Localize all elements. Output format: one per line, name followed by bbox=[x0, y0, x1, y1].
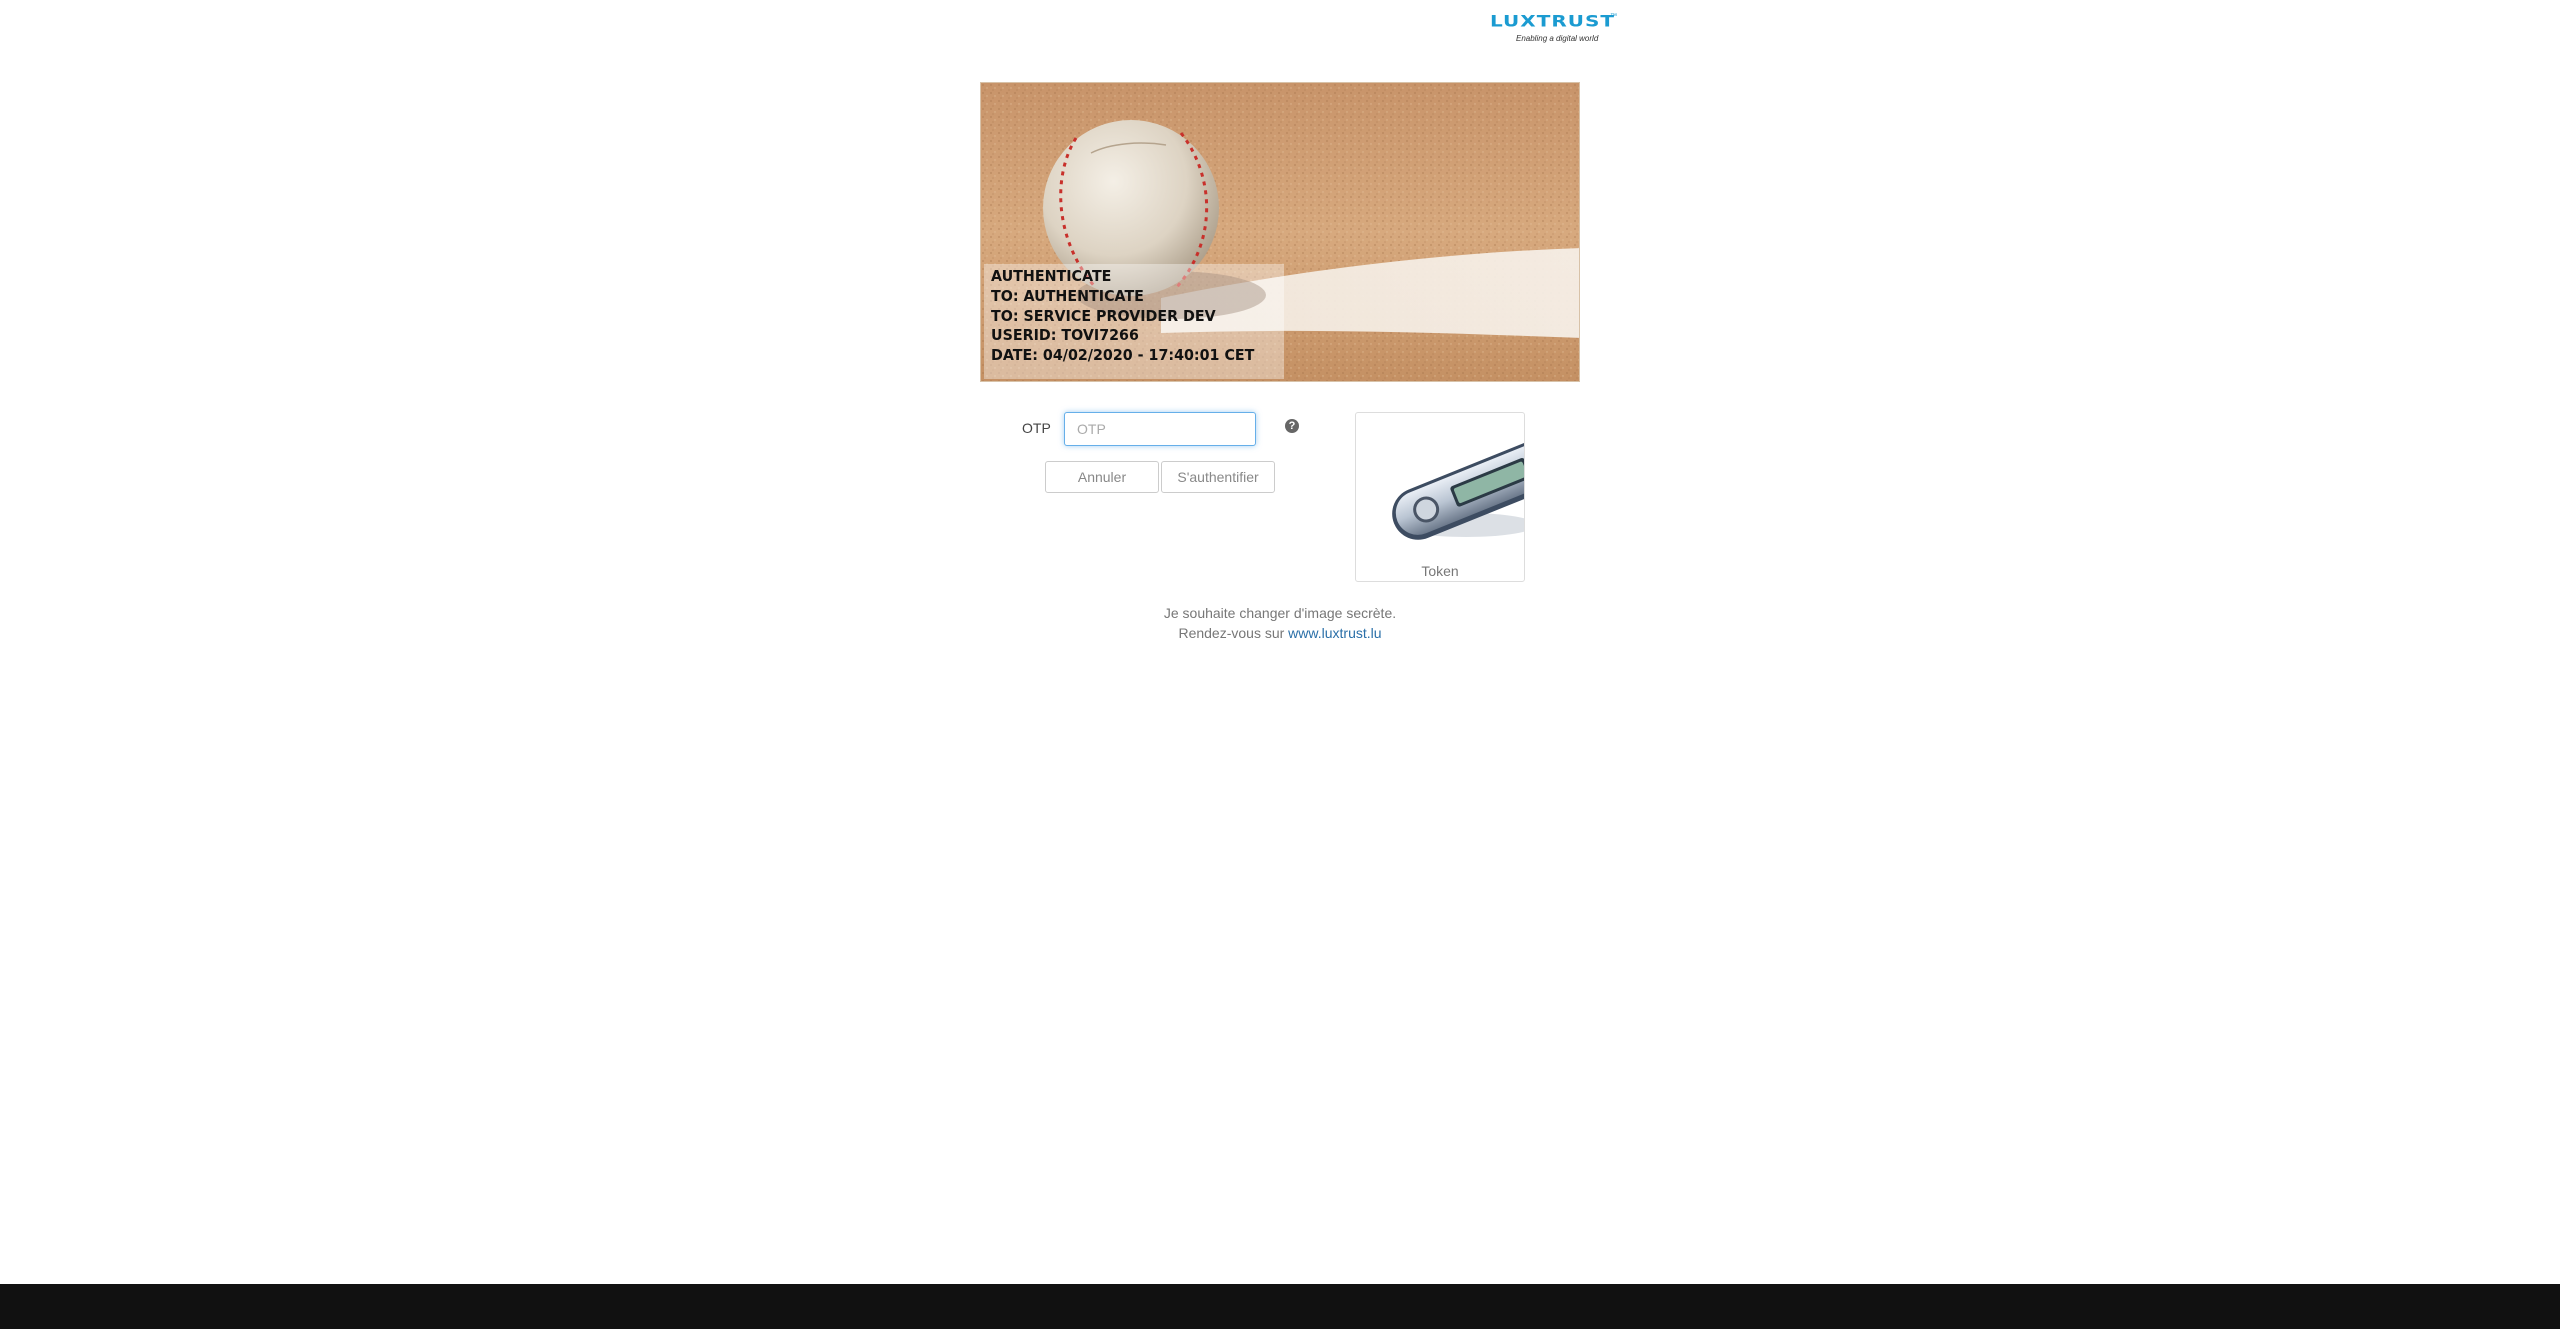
cancel-button[interactable]: Annuler bbox=[1045, 461, 1159, 493]
visit-site-prefix: Rendez-vous sur bbox=[1178, 625, 1285, 641]
luxtrust-website-link[interactable]: www.luxtrust.lu bbox=[1288, 625, 1381, 641]
otp-label: OTP bbox=[1022, 420, 1051, 436]
secret-image: AUTHENTICATE TO: AUTHENTICATE TO: SERVIC… bbox=[980, 82, 1580, 382]
authenticate-button[interactable]: S'authentifier bbox=[1161, 461, 1275, 493]
footer-note: Je souhaite changer d'image secrète. Ren… bbox=[980, 603, 1580, 643]
image-text: AUTHENTICATE TO: AUTHENTICATE TO: SERVIC… bbox=[991, 267, 1254, 366]
visit-site-line: Rendez-vous sur www.luxtrust.lu bbox=[980, 623, 1580, 643]
help-icon[interactable]: ? bbox=[1285, 419, 1299, 433]
image-text-line: AUTHENTICATE bbox=[991, 267, 1112, 285]
logo-tagline: Enabling a digital world bbox=[1516, 34, 1599, 43]
image-text-line: USERID: TOVI7266 bbox=[991, 326, 1139, 345]
token-label: Token bbox=[1421, 563, 1459, 579]
logo-trademark-mark: ™ bbox=[1610, 13, 1617, 20]
image-text-line: TO: SERVICE PROVIDER DEV bbox=[991, 306, 1216, 325]
token-option[interactable]: Token bbox=[1355, 412, 1525, 582]
otp-input[interactable] bbox=[1064, 412, 1256, 446]
image-text-line: DATE: 04/02/2020 - 17:40:01 CET bbox=[991, 346, 1255, 365]
bottom-bar bbox=[0, 1284, 2560, 1329]
logo-wordmark: LUXTRUST bbox=[1490, 11, 1616, 31]
token-device-icon bbox=[1392, 436, 1524, 540]
change-image-text: Je souhaite changer d'image secrète. bbox=[1163, 605, 1397, 621]
image-text-line: TO: AUTHENTICATE bbox=[991, 286, 1144, 305]
luxtrust-logo: LUXTRUST ™ Enabling a digital world bbox=[1490, 11, 1617, 43]
